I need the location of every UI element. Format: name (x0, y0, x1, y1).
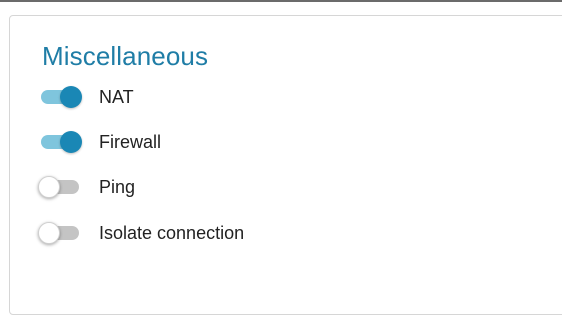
nat-toggle[interactable] (38, 84, 84, 110)
toggle-row-isolate-connection[interactable]: Isolate connection (38, 219, 244, 247)
ping-toggle[interactable] (38, 174, 84, 200)
isolate-connection-label: Isolate connection (99, 223, 245, 243)
isolate-connection-toggle[interactable] (38, 220, 84, 246)
toggle-knob (60, 131, 82, 153)
toggle-knob (60, 86, 82, 108)
top-spacer (0, 2, 562, 14)
toggle-row-nat[interactable]: NAT (38, 83, 134, 111)
toggle-row-ping[interactable]: Ping (38, 173, 135, 201)
nat-label: NAT (99, 87, 134, 107)
firewall-label: Firewall (99, 132, 162, 152)
settings-window: Miscellaneous NAT Firewall Ping Isolate … (0, 0, 562, 315)
toggle-row-firewall[interactable]: Firewall (38, 128, 161, 156)
toggle-knob (38, 222, 60, 244)
firewall-toggle[interactable] (38, 129, 84, 155)
section-title: Miscellaneous (42, 41, 209, 71)
toggle-knob (38, 176, 60, 198)
ping-label: Ping (99, 177, 136, 197)
